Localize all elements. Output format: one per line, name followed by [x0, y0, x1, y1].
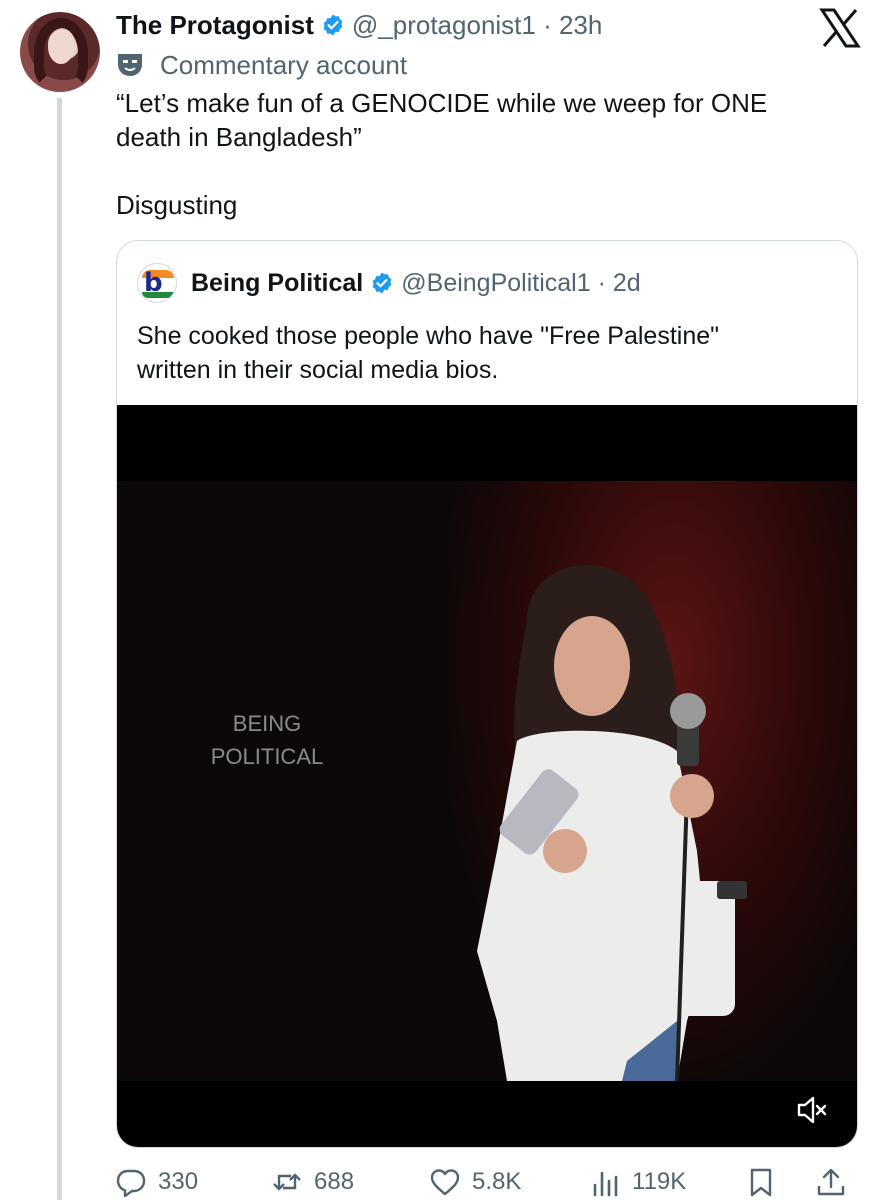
reply-button[interactable]: 330 [116, 1162, 198, 1202]
repost-count: 688 [314, 1168, 355, 1195]
verified-badge-icon [323, 14, 343, 36]
quoted-author-avatar[interactable]: b [137, 263, 177, 303]
action-bar: 330 688 5.8K 119K [116, 1162, 858, 1202]
tweet-text-line: death in Bangladesh” [116, 122, 362, 152]
repost-icon [273, 1173, 301, 1191]
video-player[interactable]: BEING POLITICAL [117, 405, 857, 1147]
commentary-mask-icon [118, 54, 142, 76]
reply-count: 330 [158, 1168, 199, 1195]
video-watermark: BEING POLITICAL [191, 707, 343, 773]
performer-figure [477, 564, 747, 1081]
quoted-tweet-header: b Being Political @BeingPolitical1 · 2d [137, 263, 641, 303]
author-name[interactable]: The Protagonist [116, 10, 314, 41]
bookmark-button[interactable] [746, 1162, 776, 1202]
like-count: 5.8K [472, 1168, 522, 1195]
tweet-text: “Let’s make fun of a GENOCIDE while we w… [116, 86, 836, 222]
verified-badge-icon [372, 272, 392, 294]
video-frame: BEING POLITICAL [117, 481, 857, 1081]
views-icon [593, 1171, 618, 1197]
author-handle-time[interactable]: @_protagonist1 · 23h [352, 10, 602, 41]
commentary-label-text: Commentary account [160, 49, 408, 80]
quoted-text-line: written in their social media bios. [137, 356, 499, 384]
bookmark-icon [750, 1168, 772, 1197]
repost-button[interactable]: 688 [272, 1162, 354, 1202]
tweet-text-line: “Let’s make fun of a GENOCIDE while we w… [116, 88, 768, 118]
tweet-header: The Protagonist @_protagonist1 · 23h [116, 7, 602, 43]
like-icon [430, 1169, 460, 1196]
author-avatar[interactable] [20, 12, 100, 92]
quoted-text-line: She cooked those people who have "Free P… [137, 322, 720, 350]
reply-icon [116, 1169, 146, 1197]
commentary-label: Commentary account [116, 48, 407, 82]
watermark-line: POLITICAL [210, 744, 324, 769]
tweet-text-line: Disgusting [116, 190, 238, 220]
views-count: 119K [632, 1168, 687, 1195]
like-button[interactable]: 5.8K [430, 1162, 521, 1202]
mute-icon[interactable] [795, 1093, 829, 1127]
quoted-tweet[interactable]: b Being Political @BeingPolitical1 · 2d … [116, 240, 858, 1148]
share-button[interactable] [816, 1162, 846, 1202]
quoted-author-handle-time[interactable]: @BeingPolitical1 · 2d [401, 269, 640, 298]
x-logo-icon [819, 8, 861, 48]
thread-line [57, 98, 62, 1200]
quoted-tweet-text: She cooked those people who have "Free P… [137, 319, 837, 387]
watermark-line: BEING [232, 711, 302, 736]
share-icon [817, 1168, 845, 1196]
quoted-author-name[interactable]: Being Political [191, 269, 363, 298]
views-button[interactable]: 119K [590, 1162, 686, 1202]
